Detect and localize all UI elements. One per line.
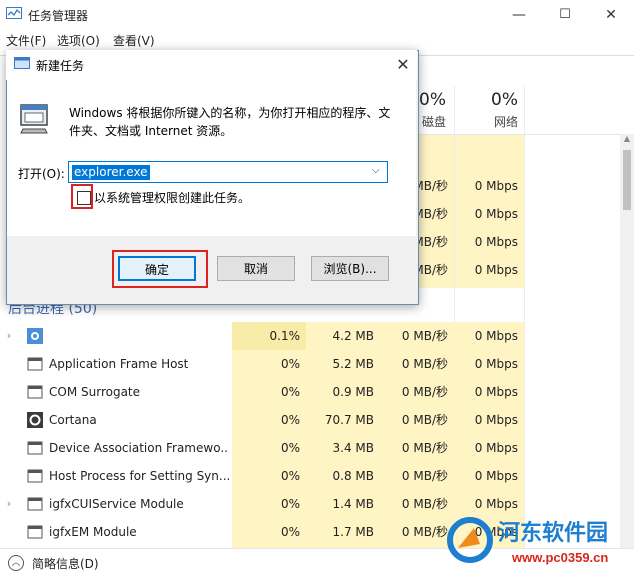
process-cpu: 0% <box>280 441 300 455</box>
process-name: Host Process for Setting Syn... <box>49 469 229 483</box>
process-cpu: 0% <box>280 385 300 399</box>
table-row[interactable]: COM Surrogate 0% 0.9 MB 0 MB/秒 0 Mbps <box>0 378 634 406</box>
process-memory: 1.4 MB <box>332 497 374 511</box>
close-button[interactable]: ✕ <box>588 0 634 30</box>
menu-file[interactable]: 文件(F) <box>6 32 46 49</box>
gear-icon <box>27 328 43 344</box>
process-disk: 0 MB/秒 <box>401 441 448 455</box>
process-disk: 0 MB/秒 <box>401 525 448 539</box>
process-cpu: 0% <box>280 497 300 511</box>
maximize-button[interactable]: ☐ <box>542 0 588 30</box>
process-memory: 3.4 MB <box>332 441 374 455</box>
admin-checkbox-label[interactable]: 以系统管理权限创建此任务。 <box>94 189 250 206</box>
run-program-icon <box>20 104 48 134</box>
expand-chevron-icon[interactable]: › <box>4 322 14 350</box>
checkbox-highlight-frame <box>71 184 93 209</box>
upper-row-net: 0 Mbps <box>474 263 518 277</box>
chevron-down-icon[interactable]: ⌵ <box>372 165 380 176</box>
process-memory: 0.9 MB <box>332 385 374 399</box>
process-network: 0 Mbps <box>474 385 518 399</box>
app-icon <box>27 469 43 483</box>
ok-highlight-frame <box>112 250 208 288</box>
process-disk: 0 MB/秒 <box>401 385 448 399</box>
task-manager-icon <box>6 7 22 19</box>
window-title: 任务管理器 <box>28 9 89 23</box>
process-disk: 0 MB/秒 <box>401 497 448 511</box>
process-name: Device Association Framewo... <box>49 441 229 455</box>
process-memory: 1.7 MB <box>332 525 374 539</box>
cancel-button[interactable]: 取消 <box>217 256 295 281</box>
process-network: 0 Mbps <box>474 329 518 343</box>
app-icon <box>27 441 43 455</box>
minimize-button[interactable]: — <box>496 0 542 30</box>
browse-button[interactable]: 浏览(B)... <box>311 256 389 281</box>
dialog-description: Windows 将根据你所键入的名称，为你打开相应的程序、文件夹、文档或 Int… <box>69 106 391 138</box>
process-name: Application Frame Host <box>49 357 189 371</box>
process-network: 0 Mbps <box>474 469 518 483</box>
net-percent: 0% <box>491 90 518 110</box>
table-row[interactable]: Host Process for Setting Syn... 0% 0.8 M… <box>0 462 634 490</box>
process-memory: 70.7 MB <box>324 413 374 427</box>
menu-options[interactable]: 选项(O) <box>57 32 100 49</box>
process-name: Cortana <box>49 413 97 427</box>
process-cpu: 0% <box>280 357 300 371</box>
process-memory: 0.8 MB <box>332 469 374 483</box>
app-icon <box>27 357 43 371</box>
scroll-up-icon[interactable]: ▲ <box>620 134 634 148</box>
scrollbar-thumb[interactable] <box>623 150 631 210</box>
app-icon <box>27 525 43 539</box>
process-network: 0 Mbps <box>474 413 518 427</box>
svg-text:www.pc0359.cn: www.pc0359.cn <box>511 550 608 565</box>
cortana-icon <box>27 412 43 428</box>
net-column-header[interactable]: 网络 <box>454 113 518 130</box>
dialog-title: 新建任务 <box>36 59 85 73</box>
process-memory: 4.2 MB <box>332 329 374 343</box>
upper-row-net: 0 Mbps <box>474 207 518 221</box>
process-disk: 0 MB/秒 <box>401 357 448 371</box>
process-disk: 0 MB/秒 <box>401 329 448 343</box>
run-dialog-icon <box>14 57 30 69</box>
watermark-logo: 河东软件园 www.pc0359.cn <box>447 517 608 565</box>
app-icon <box>27 497 43 511</box>
svg-text:河东软件园: 河东软件园 <box>498 520 608 545</box>
process-name: igfxEM Module <box>49 525 137 539</box>
fewer-details-link[interactable]: 简略信息(D) <box>32 555 99 572</box>
process-disk: 0 MB/秒 <box>401 413 448 427</box>
process-name: COM Surrogate <box>49 385 141 399</box>
table-row[interactable]: Application Frame Host 0% 5.2 MB 0 MB/秒 … <box>0 350 634 378</box>
table-row[interactable]: Device Association Framewo... 0% 3.4 MB … <box>0 434 634 462</box>
dialog-close-icon[interactable]: ✕ <box>389 51 417 79</box>
open-input-value[interactable]: explorer.exe <box>72 165 150 180</box>
table-row[interactable]: Cortana 0% 70.7 MB 0 MB/秒 0 Mbps <box>0 406 634 434</box>
process-cpu: 0% <box>280 413 300 427</box>
process-cpu: 0% <box>280 525 300 539</box>
process-name: igfxCUIService Module <box>49 497 184 511</box>
collapse-up-icon[interactable]: ︿ <box>8 555 24 571</box>
process-network: 0 Mbps <box>474 441 518 455</box>
process-cpu: 0% <box>280 469 300 483</box>
process-network: 0 Mbps <box>474 357 518 371</box>
table-row[interactable]: › 0.1% 4.2 MB 0 MB/秒 0 Mbps <box>0 322 634 350</box>
process-cpu: 0.1% <box>269 329 301 343</box>
app-icon <box>27 385 43 399</box>
expand-chevron-icon[interactable]: › <box>4 490 14 518</box>
process-disk: 0 MB/秒 <box>401 469 448 483</box>
upper-row-net: 0 Mbps <box>474 235 518 249</box>
open-label: 打开(O): <box>18 167 65 181</box>
menu-view[interactable]: 查看(V) <box>113 32 155 49</box>
upper-row-net: 0 Mbps <box>474 179 518 193</box>
process-memory: 5.2 MB <box>332 357 374 371</box>
